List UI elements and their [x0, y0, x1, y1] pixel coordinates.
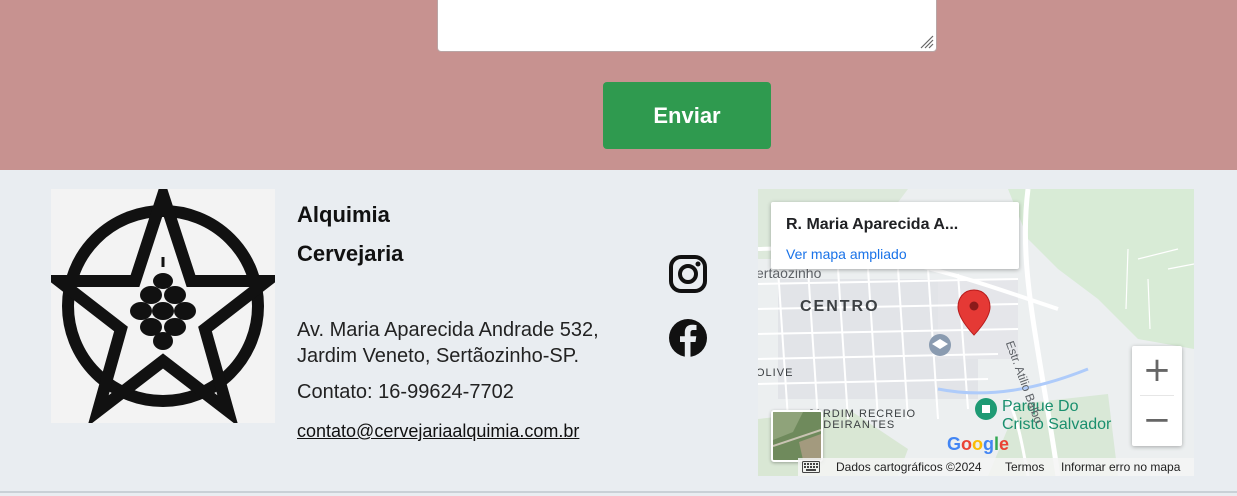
map-report-error-link[interactable]: Informar erro no mapa [1061, 460, 1180, 474]
address-line-2: Jardim Veneto, Sertãozinho-SP. [297, 345, 580, 367]
send-button[interactable]: Enviar [603, 82, 771, 149]
instagram-icon[interactable] [667, 253, 709, 295]
brand-subtitle: Cervejaria [297, 241, 404, 266]
brand-name: Alquimia [297, 202, 390, 227]
map-place-title: R. Maria Aparecida A... [786, 216, 959, 233]
map-label-centro: CENTRO [800, 298, 880, 315]
map-data-credit: Dados cartográficos ©2024 [836, 460, 982, 474]
keyboard-icon[interactable] [802, 461, 820, 473]
map-attribution: Dados cartográficos ©2024 Termos Informa… [798, 458, 1194, 476]
map-place-card: R. Maria Aparecida A... Ver mapa ampliad… [771, 202, 1019, 269]
message-textarea[interactable] [437, 0, 937, 52]
park-name-line2: Cristo Salvador [1002, 416, 1112, 433]
brand-logo [41, 175, 285, 427]
map-label-park[interactable]: Parque Do Cristo Salvador [1002, 398, 1111, 434]
embedded-map[interactable]: ertaozinho CENTRO OLIVE JARDIM RECREIO A… [758, 189, 1194, 476]
view-larger-map-link[interactable]: Ver mapa ampliado [786, 246, 907, 262]
facebook-icon[interactable] [667, 317, 709, 359]
map-label-olive: OLIVE [758, 367, 794, 379]
map-zoom-controls: + − [1132, 346, 1182, 446]
zoom-out-button[interactable]: − [1132, 396, 1182, 446]
address-line-1: Av. Maria Aparecida Andrade 532, [297, 319, 599, 341]
satellite-toggle[interactable] [771, 410, 823, 462]
resize-handle-icon[interactable] [918, 33, 934, 49]
park-name-line1: Parque Do [1002, 398, 1079, 415]
map-terms-link[interactable]: Termos [1005, 460, 1044, 474]
contact-phone: Contato: 16-99624-7702 [297, 381, 514, 403]
zoom-in-button[interactable]: + [1132, 346, 1182, 396]
email-link[interactable]: contato@cervejariaalquimia.com.br [297, 421, 579, 442]
google-logo: Google [947, 434, 1010, 454]
contact-form-section: Enviar [0, 0, 1237, 170]
